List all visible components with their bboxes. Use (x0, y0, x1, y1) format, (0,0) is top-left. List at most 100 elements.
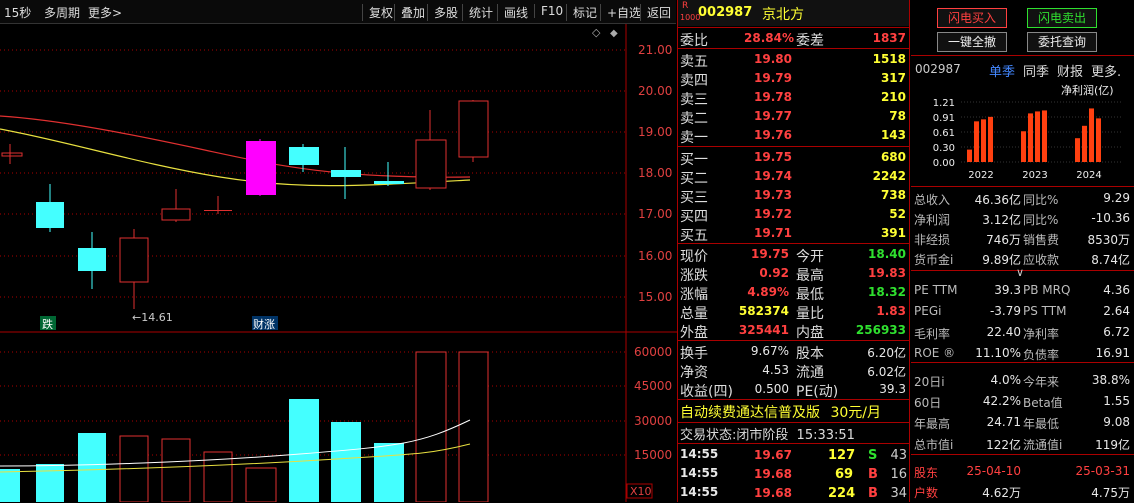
bid-row[interactable]: 买一 19.75 680 (678, 148, 909, 168)
fund-value: 22.40 (986, 325, 1021, 339)
fuquan-button[interactable]: 复权 (362, 4, 393, 21)
profit-bar (1021, 131, 1026, 162)
volume-bars (0, 351, 489, 502)
fund-row: 年最高 24.71 年最低 9.08 (911, 412, 1134, 432)
fund-value2: 16.91 (1095, 346, 1130, 360)
cancel-all-button[interactable]: 一键全撤 (937, 32, 1007, 52)
fund-value2: 9.29 (1103, 191, 1130, 205)
kline-chart[interactable]: ◇ ◆ ←14.61 跌 财涨 21.00 20.00 19.00 18.00 … (0, 24, 677, 502)
period-selector[interactable]: 15秒 (4, 4, 31, 21)
more-button[interactable]: 更多> (88, 4, 122, 21)
fund-label2: 同比% (1023, 193, 1059, 207)
vol-bar (415, 351, 447, 502)
order-query-button[interactable]: 委托查询 (1027, 32, 1097, 52)
fund-label2: 年最低 (1023, 417, 1060, 431)
fund-value2: 38.8% (1091, 373, 1130, 387)
vol-bar (289, 399, 319, 502)
candle (458, 100, 489, 162)
fund-value: 4.62万 (982, 486, 1021, 500)
candle (246, 139, 276, 196)
multi-period-button[interactable]: 多周期 (44, 4, 80, 21)
stat-row: 收益(四) 0.500 PE(动) 39.3 (680, 382, 906, 400)
fund-value2: 6.72 (1103, 325, 1130, 339)
vol-bar (0, 469, 20, 502)
vol-bar (36, 464, 64, 502)
fund-value2: 8530万 (1087, 233, 1130, 247)
candle (289, 144, 319, 172)
vol-bar (161, 438, 191, 502)
fund-label2: 今年来 (1023, 375, 1060, 389)
fund-row: 非经损 746万 销售费 8530万 (911, 228, 1134, 248)
bid-row[interactable]: 买五 19.71 391 (678, 224, 909, 244)
fund-value2: 119亿 (1095, 438, 1130, 452)
flash-sell-button[interactable]: 闪电卖出 (1027, 8, 1097, 28)
vol-bar (374, 443, 404, 502)
fund-value2: 4.75万 (1091, 486, 1130, 500)
fund-row: 20日i 4.0% 今年来 38.8% (911, 370, 1134, 390)
tab-more[interactable]: 更多. (1091, 61, 1121, 80)
profit-chart: 1.21 0.91 0.61 0.30 0.00 2022 2023 2024 (933, 98, 1123, 181)
overlay-button[interactable]: 叠加 (394, 4, 425, 21)
fund-label2: 销售费 (1023, 233, 1060, 247)
stats-button[interactable]: 统计 (462, 4, 493, 21)
tag-caizhang: 财涨 (253, 317, 275, 331)
vol-tick: 15000 (634, 448, 672, 462)
fund-value2: 9.08 (1103, 415, 1130, 429)
fund-value: 746万 (986, 233, 1021, 247)
draw-line-button[interactable]: 画线 (497, 4, 528, 21)
flash-buy-button[interactable]: 闪电买入 (937, 8, 1007, 28)
stat-row: 总量 582374 量比 1.83 (680, 304, 906, 322)
multi-stock-button[interactable]: 多股 (427, 4, 458, 21)
fund-value2: 25-03-31 (1075, 464, 1130, 478)
f10-button[interactable]: F10 (534, 4, 563, 18)
fund-label2: 同比% (1023, 213, 1059, 227)
mark-button[interactable]: 标记 (566, 4, 597, 21)
ma-line-yellow (0, 128, 471, 187)
vol-bar (331, 422, 361, 502)
y-tick: 20.00 (638, 84, 672, 98)
fund-value: 3.12亿 (982, 213, 1021, 227)
y-tick: 17.00 (638, 207, 672, 221)
ask-row[interactable]: 卖一 19.76 143 (678, 126, 909, 146)
fund-row: 户数 4.62万 4.75万 (911, 481, 1134, 501)
fund-label2: 流通值i (1023, 438, 1063, 452)
y-tick: 18.00 (638, 166, 672, 180)
tab-same-quarter[interactable]: 同季 (1023, 61, 1049, 80)
profit-x-tick: 2023 (1022, 170, 1047, 181)
expand-icon[interactable]: ∨ (1016, 266, 1024, 279)
tick-row: 14:55 19.67 127 S 43 (680, 447, 907, 463)
weibi-row: 委比 28.84% 委差 1837 (680, 31, 906, 49)
fund-value2: 4.36 (1103, 283, 1130, 297)
profit-y-tick: 0.61 (933, 128, 955, 139)
fund-label2: 净利率 (1023, 327, 1060, 341)
profit-bar (1042, 110, 1047, 162)
back-button[interactable]: 返回 (640, 4, 671, 21)
bid-row[interactable]: 买四 19.72 52 (678, 205, 909, 225)
stock-name: 京北方 (762, 7, 804, 23)
profit-bar (1082, 125, 1087, 162)
fund-row: 净利润 3.12亿 同比% -10.36 (911, 208, 1134, 228)
profit-y-tick: 0.30 (933, 143, 955, 154)
candle (78, 232, 106, 289)
ask-row[interactable]: 卖四 19.79 317 (678, 69, 909, 89)
fund-label2: Beta值 (1023, 396, 1063, 410)
fund-value: 46.36亿 (974, 193, 1021, 207)
ad-banner[interactable]: 自动续费通达信普及版 30元/月 (680, 402, 881, 422)
add-watchlist-button[interactable]: +自选 (600, 4, 641, 21)
bid-row[interactable]: 买二 19.74 2242 (678, 167, 909, 187)
diamond-icon: ◇ (592, 26, 601, 39)
vol-tick: 60000 (634, 345, 672, 359)
tab-quarter[interactable]: 单季 (989, 61, 1015, 80)
ask-row[interactable]: 卖五 19.80 1518 (678, 50, 909, 70)
tab-report[interactable]: 财报 (1057, 61, 1083, 80)
fund-value: 42.2% (982, 394, 1021, 408)
fund-row: 股东 25-04-10 25-03-31 (911, 461, 1134, 481)
fund-label2: PB MRQ (1023, 283, 1071, 297)
tick-row: 14:55 19.68 69 B 16 (680, 466, 907, 482)
quote-panel: R 1000 002987 京北方 委比 28.84% 委差 1837 卖五 19… (677, 0, 910, 502)
bid-row[interactable]: 买三 19.73 738 (678, 186, 909, 206)
candle (331, 147, 361, 199)
ask-row[interactable]: 卖三 19.78 210 (678, 88, 909, 108)
fund-label2: 负债率 (1023, 348, 1060, 362)
ask-row[interactable]: 卖二 19.77 78 (678, 107, 909, 127)
